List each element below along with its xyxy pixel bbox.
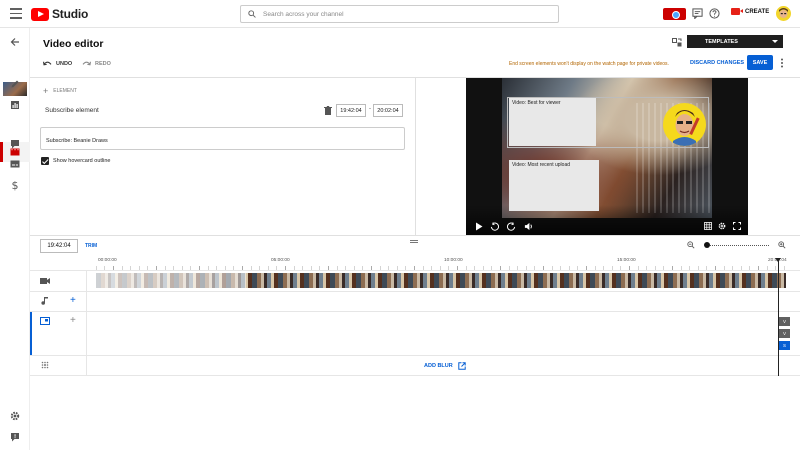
resize-handle[interactable] bbox=[410, 240, 418, 243]
external-link-icon bbox=[458, 362, 466, 370]
timeline-playhead[interactable] bbox=[775, 258, 781, 376]
start-time-input[interactable]: 19:42:04 bbox=[336, 104, 366, 117]
account-avatar[interactable] bbox=[776, 6, 791, 21]
end-screen-video-card-1[interactable]: Video: Best for viewer bbox=[509, 98, 596, 146]
subscribe-channel-field[interactable]: Subscribe: Beanie Draws bbox=[40, 127, 405, 150]
blur-track-icon bbox=[41, 361, 49, 369]
redo-label: REDO bbox=[95, 60, 111, 67]
undo-button[interactable]: UNDO bbox=[43, 60, 72, 67]
delete-trash-icon[interactable] bbox=[324, 106, 332, 115]
page-title: Video editor bbox=[43, 38, 104, 50]
ruler-label: 15:00:00 bbox=[617, 258, 636, 263]
zoom-slider-handle[interactable] bbox=[704, 242, 710, 248]
current-time-input[interactable]: 19:42:04 bbox=[40, 239, 78, 253]
end-screen-track-icon bbox=[40, 317, 50, 325]
end-time-input[interactable]: 20:02:04 bbox=[373, 104, 403, 117]
video-camera-icon bbox=[731, 8, 743, 15]
feedback-icon[interactable] bbox=[10, 432, 20, 442]
ruler-label: 00:00:00 bbox=[98, 258, 117, 263]
comments-icon[interactable] bbox=[10, 139, 20, 149]
redo-icon bbox=[82, 61, 91, 66]
add-element-button[interactable]: + ELEMENT bbox=[43, 86, 77, 96]
subscribe-element-avatar[interactable] bbox=[663, 103, 706, 146]
channel-avatar-illustration-icon bbox=[673, 110, 700, 146]
fullscreen-icon[interactable] bbox=[733, 222, 741, 230]
analytics-icon[interactable] bbox=[10, 100, 20, 110]
end-screen-chip-video-1[interactable]: V bbox=[779, 317, 790, 326]
left-nav: $ bbox=[0, 28, 30, 450]
add-element-label: ELEMENT bbox=[53, 88, 77, 94]
track-divider bbox=[30, 311, 800, 312]
add-audio-button[interactable]: + bbox=[70, 296, 76, 306]
music-note-icon bbox=[41, 297, 48, 305]
search-icon bbox=[248, 10, 256, 18]
trim-button[interactable]: TRIM bbox=[85, 243, 97, 249]
grid-icon[interactable] bbox=[704, 222, 712, 230]
track-divider bbox=[30, 375, 800, 376]
undo-label: UNDO bbox=[56, 60, 73, 67]
track-header-divider bbox=[86, 270, 87, 376]
back-arrow-icon[interactable] bbox=[10, 37, 20, 47]
player-settings-icon[interactable] bbox=[718, 222, 726, 230]
private-warning-text: End screen elements won't display on the… bbox=[509, 61, 669, 67]
card-2-label: Video: Most recent upload bbox=[512, 162, 571, 168]
end-screen-chip-subscribe[interactable]: S bbox=[779, 341, 790, 350]
templates-dropdown[interactable]: TEMPLATES bbox=[687, 35, 783, 48]
search-bar[interactable] bbox=[240, 5, 559, 23]
plus-icon: + bbox=[43, 86, 49, 96]
add-blur-label: ADD BLUR bbox=[424, 363, 453, 369]
zoom-track bbox=[707, 245, 769, 246]
ruler-label: 05:00:00 bbox=[271, 258, 290, 263]
save-button[interactable]: SAVE bbox=[747, 55, 773, 70]
forward-10-icon[interactable] bbox=[507, 222, 516, 231]
track-divider bbox=[30, 355, 800, 356]
menu-icon[interactable] bbox=[10, 8, 22, 19]
search-input[interactable] bbox=[263, 10, 543, 18]
edit-pencil-icon[interactable] bbox=[10, 79, 20, 89]
settings-gear-icon[interactable] bbox=[10, 411, 20, 421]
monetization-icon[interactable]: $ bbox=[10, 179, 20, 191]
ruler-label: 10:00:00 bbox=[444, 258, 463, 263]
subtitles-icon[interactable] bbox=[10, 159, 20, 169]
add-end-screen-button[interactable]: + bbox=[70, 316, 76, 326]
messages-icon[interactable] bbox=[692, 8, 703, 19]
youtube-logo-icon bbox=[31, 7, 49, 21]
add-blur-button[interactable]: ADD BLUR bbox=[424, 362, 466, 370]
zoom-out-icon[interactable] bbox=[687, 241, 695, 249]
templates-label: TEMPLATES bbox=[705, 38, 738, 45]
discard-changes-button[interactable]: DISCARD CHANGES bbox=[690, 60, 744, 66]
rewind-10-icon[interactable] bbox=[490, 222, 499, 231]
timeline-divider bbox=[30, 235, 800, 236]
live-badge-icon[interactable] bbox=[663, 8, 686, 20]
redo-button[interactable]: REDO bbox=[82, 60, 111, 67]
panel-divider bbox=[415, 77, 416, 235]
show-outline-checkbox[interactable] bbox=[41, 157, 49, 165]
play-icon[interactable] bbox=[475, 222, 483, 231]
end-screen-video-card-2[interactable]: Video: Most recent upload bbox=[509, 160, 599, 211]
video-track-icon bbox=[40, 278, 50, 284]
element-name: Subscribe element bbox=[45, 107, 99, 114]
shuffle-templates-icon[interactable] bbox=[672, 38, 682, 47]
end-screen-chip-video-2[interactable]: V bbox=[779, 329, 790, 338]
help-icon[interactable] bbox=[709, 8, 720, 19]
top-bar: Studio CREATE bbox=[0, 0, 800, 28]
create-label: CREATE bbox=[745, 8, 770, 15]
end-screen-track-indicator bbox=[30, 312, 32, 355]
track-divider bbox=[30, 291, 800, 292]
volume-icon[interactable] bbox=[524, 222, 533, 231]
studio-logo[interactable]: Studio bbox=[31, 7, 88, 21]
svg-text:$: $ bbox=[12, 179, 19, 191]
track-divider bbox=[30, 270, 800, 271]
avatar-illustration-icon bbox=[779, 8, 788, 18]
create-button[interactable]: CREATE bbox=[731, 8, 769, 15]
show-outline-label: Show hovercard outline bbox=[53, 158, 111, 164]
more-options-icon[interactable] bbox=[780, 58, 784, 68]
logo-text: Studio bbox=[52, 7, 89, 21]
time-separator: - bbox=[369, 106, 371, 112]
zoom-in-icon[interactable] bbox=[778, 241, 786, 249]
undo-icon bbox=[43, 61, 52, 66]
video-track-clip[interactable] bbox=[96, 273, 786, 288]
card-1-label: Video: Best for viewer bbox=[512, 100, 561, 106]
